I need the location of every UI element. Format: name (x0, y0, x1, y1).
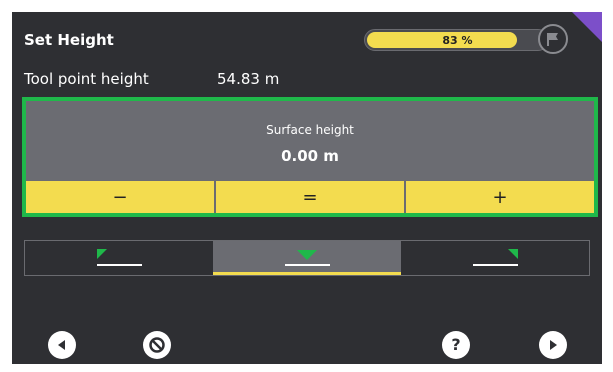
decrease-button[interactable]: − (26, 181, 216, 213)
align-right-option[interactable] (401, 241, 589, 275)
help-icon[interactable]: ? (442, 331, 470, 359)
progress-text: 83 % (442, 34, 473, 47)
page-title: Set Height (24, 31, 114, 49)
progress-indicator: 83 % (364, 24, 569, 54)
tool-point-value: 54.83 m (217, 70, 280, 88)
align-left-icon (97, 249, 142, 266)
surface-height-label: Surface height (266, 123, 354, 137)
align-center-option[interactable] (213, 241, 401, 275)
progress-track: 83 % (364, 29, 549, 51)
flag-icon[interactable] (538, 24, 568, 54)
set-equal-button[interactable]: = (216, 181, 406, 213)
surface-height-panel: Surface height 0.00 m − = + (22, 97, 598, 217)
tool-point-label: Tool point height (24, 70, 149, 88)
bottom-toolbar: ? (12, 327, 602, 364)
align-right-icon (473, 249, 518, 266)
next-icon[interactable] (539, 331, 567, 359)
screen: Set Height 83 % Tool point height 54.83 … (12, 12, 602, 364)
surface-height-value: 0.00 m (281, 147, 339, 165)
adjust-buttons: − = + (26, 181, 594, 213)
corner-indicator (572, 12, 602, 42)
alignment-selector (24, 240, 590, 276)
cancel-icon[interactable] (143, 331, 171, 359)
align-center-icon (285, 250, 330, 266)
increase-button[interactable]: + (406, 181, 594, 213)
back-icon[interactable] (48, 331, 76, 359)
align-left-option[interactable] (25, 241, 213, 275)
